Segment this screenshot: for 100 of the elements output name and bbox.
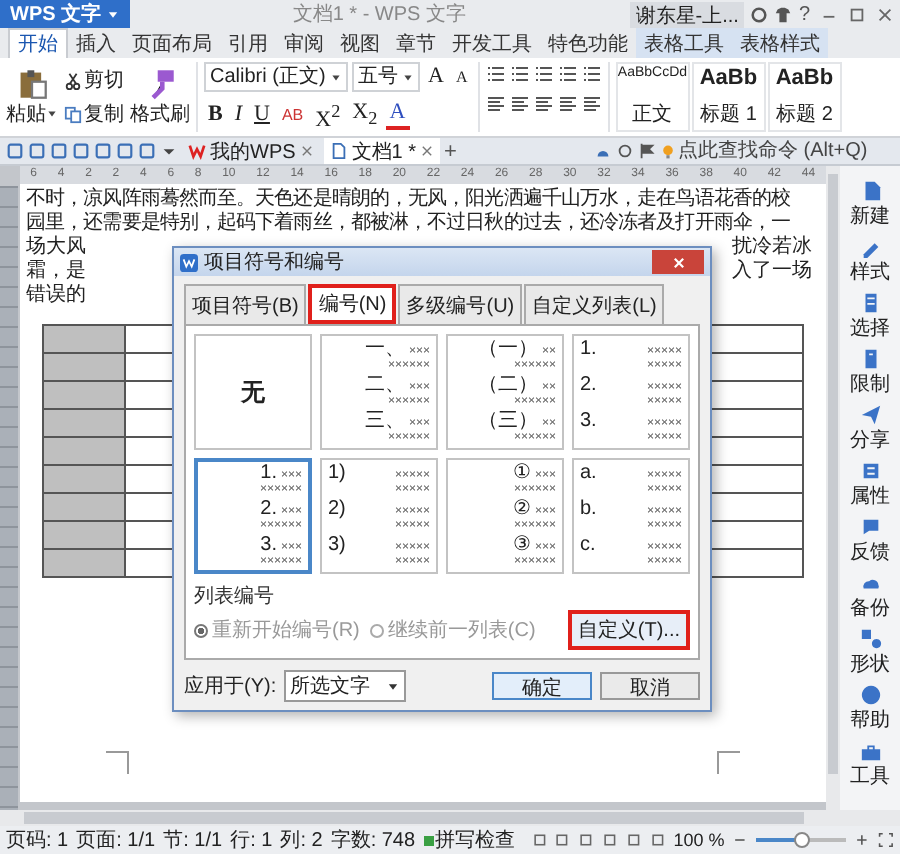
ribbon-tab[interactable]: 表格工具 xyxy=(636,28,732,58)
caret-icon xyxy=(402,71,414,83)
sidebar-button[interactable]: 帮助 xyxy=(850,682,890,734)
flag-icon[interactable] xyxy=(638,142,656,160)
app-menu-button[interactable]: WPS 文字 xyxy=(0,0,130,28)
font-name-field[interactable]: Calibri (正文) xyxy=(204,62,348,92)
outdent-icon[interactable] xyxy=(533,64,554,84)
sidebar-button[interactable]: 新建 xyxy=(850,178,890,230)
line-spacing-icon[interactable] xyxy=(581,94,602,114)
numbered-list-icon[interactable] xyxy=(509,64,530,84)
align-right-icon[interactable] xyxy=(533,94,554,114)
indent-icon[interactable] xyxy=(557,64,578,84)
document-text: 霜，是 xyxy=(26,260,86,284)
window-title: 文档1 * - WPS 文字 xyxy=(290,1,468,28)
bold-button[interactable]: B xyxy=(204,102,227,129)
style-tile[interactable]: AaBb 标题 1 xyxy=(691,62,766,132)
font-size-field[interactable]: 五号 xyxy=(352,62,420,92)
command-search-field[interactable]: 点此查找命令 (Alt+Q) xyxy=(660,140,894,162)
apply-label: 应用于(Y): xyxy=(184,673,277,700)
caret-icon xyxy=(105,7,120,21)
ribbon-tab[interactable]: 表格样式 xyxy=(732,28,828,58)
paste-button[interactable]: 粘贴 xyxy=(6,67,58,127)
copy-button[interactable]: 复制 xyxy=(64,100,124,128)
style-tile[interactable]: AaBb 标题 2 xyxy=(767,62,842,132)
document-tab[interactable]: 文档1 * xyxy=(323,138,441,164)
crop-mark xyxy=(716,750,740,774)
document-text: 错误的 xyxy=(26,284,86,308)
zoom-level[interactable]: 100 % xyxy=(673,830,725,850)
ok-button[interactable]: 确定 xyxy=(492,672,592,700)
format-painter-button[interactable]: 格式刷 xyxy=(130,67,190,127)
status-text: 节: 1/1 xyxy=(163,827,223,854)
align-left-icon[interactable] xyxy=(485,94,506,114)
strikethrough-button[interactable]: AB xyxy=(277,102,308,129)
align-center-icon[interactable] xyxy=(509,94,530,114)
underline-button[interactable]: U xyxy=(250,102,274,129)
sidebar-button[interactable]: 选择 xyxy=(850,290,890,342)
ribbon-tab[interactable]: 章节 xyxy=(388,28,444,58)
close-icon[interactable] xyxy=(299,144,314,158)
ribbon-tab[interactable]: 审阅 xyxy=(276,28,332,58)
crop-mark xyxy=(106,750,130,774)
grow-font-button[interactable]: A xyxy=(424,64,448,90)
tab-title: 我的WPS xyxy=(210,139,296,165)
cancel-button[interactable]: 取消 xyxy=(600,672,700,700)
close-button[interactable] xyxy=(652,250,704,274)
document-tab[interactable]: 我的WPS xyxy=(182,138,320,164)
new-tab-button[interactable]: + xyxy=(444,139,457,163)
shirt-icon[interactable] xyxy=(774,5,793,23)
w-logo-icon xyxy=(188,142,206,160)
caret-icon xyxy=(330,71,342,83)
ribbon-tab[interactable]: 插入 xyxy=(68,28,124,58)
account-button[interactable]: 谢东星-上... xyxy=(629,1,745,27)
sidebar-button[interactable]: 工具 xyxy=(850,738,890,790)
document-text: 场大风 xyxy=(26,236,86,260)
sidebar-button[interactable]: 备份 xyxy=(850,570,890,622)
shapes-icon xyxy=(859,627,881,649)
numbering-option[interactable]: 无 xyxy=(194,334,312,450)
help-button[interactable]: ? xyxy=(798,3,810,25)
close-icon[interactable] xyxy=(420,144,435,158)
customize-button[interactable]: 自定义(T)... xyxy=(567,610,690,650)
dialog-tab[interactable]: 自定义列表(L) xyxy=(524,284,665,324)
apply-to-dropdown[interactable]: 所选文字 xyxy=(284,670,407,702)
italic-button[interactable]: I xyxy=(230,102,247,129)
vertical-scrollbar[interactable] xyxy=(826,166,840,810)
dialog-tab[interactable]: 编号(N) xyxy=(308,284,397,324)
ribbon-tab[interactable]: 特色功能 xyxy=(540,28,636,58)
close-icon[interactable] xyxy=(876,5,894,23)
ribbon-tab[interactable]: 开发工具 xyxy=(444,28,540,58)
copy-icon xyxy=(64,105,82,123)
sidebar-button[interactable]: 分享 xyxy=(850,402,890,454)
sidebar-button[interactable]: 属性 xyxy=(850,458,890,510)
dialog-tab[interactable]: 项目符号(B) xyxy=(184,284,307,324)
scissors-icon xyxy=(64,71,82,89)
sidebar-button[interactable]: 形状 xyxy=(850,626,890,678)
document-text: 不时，凉风阵雨蓦然而至。天色还是晴朗的，无风，阳光洒遍千山万水，走在鸟语花香的校 xyxy=(26,188,793,211)
spell-check-status[interactable]: 拼写检查 xyxy=(423,826,516,854)
clipboard-icon xyxy=(16,67,48,99)
sidebar-button[interactable]: 样式 xyxy=(850,234,890,286)
sort-icon[interactable] xyxy=(581,64,602,84)
close-icon xyxy=(671,255,685,269)
ribbon-tab[interactable]: 开始 xyxy=(8,28,68,58)
maximize-icon[interactable] xyxy=(848,5,866,23)
shrink-font-button[interactable]: A xyxy=(451,64,472,90)
font-color-button[interactable]: A xyxy=(385,100,410,131)
fullscreen-icon[interactable] xyxy=(878,832,895,848)
ribbon-tab[interactable]: 页面布局 xyxy=(124,28,220,58)
sidebar-button[interactable]: 反馈 xyxy=(850,514,890,566)
ribbon-tab[interactable]: 引用 xyxy=(220,28,276,58)
justify-icon[interactable] xyxy=(557,94,578,114)
properties-icon xyxy=(859,459,881,481)
ribbon-tab[interactable]: 视图 xyxy=(332,28,388,58)
bullet-list-icon[interactable] xyxy=(485,64,506,84)
sidebar-button[interactable]: 限制 xyxy=(850,346,890,398)
group-label: 列表编号 xyxy=(194,583,276,610)
script-button[interactable]: X$^{2}$ xyxy=(311,98,345,134)
horizontal-scrollbar[interactable] xyxy=(0,810,900,826)
caret-icon xyxy=(386,679,401,693)
script-button[interactable]: X$_{2}$ xyxy=(348,99,382,132)
cut-button[interactable]: 剪切 xyxy=(64,66,124,94)
dialog-tab[interactable]: 多级编号(U) xyxy=(398,284,523,324)
zoom-in-icon[interactable] xyxy=(854,832,871,848)
